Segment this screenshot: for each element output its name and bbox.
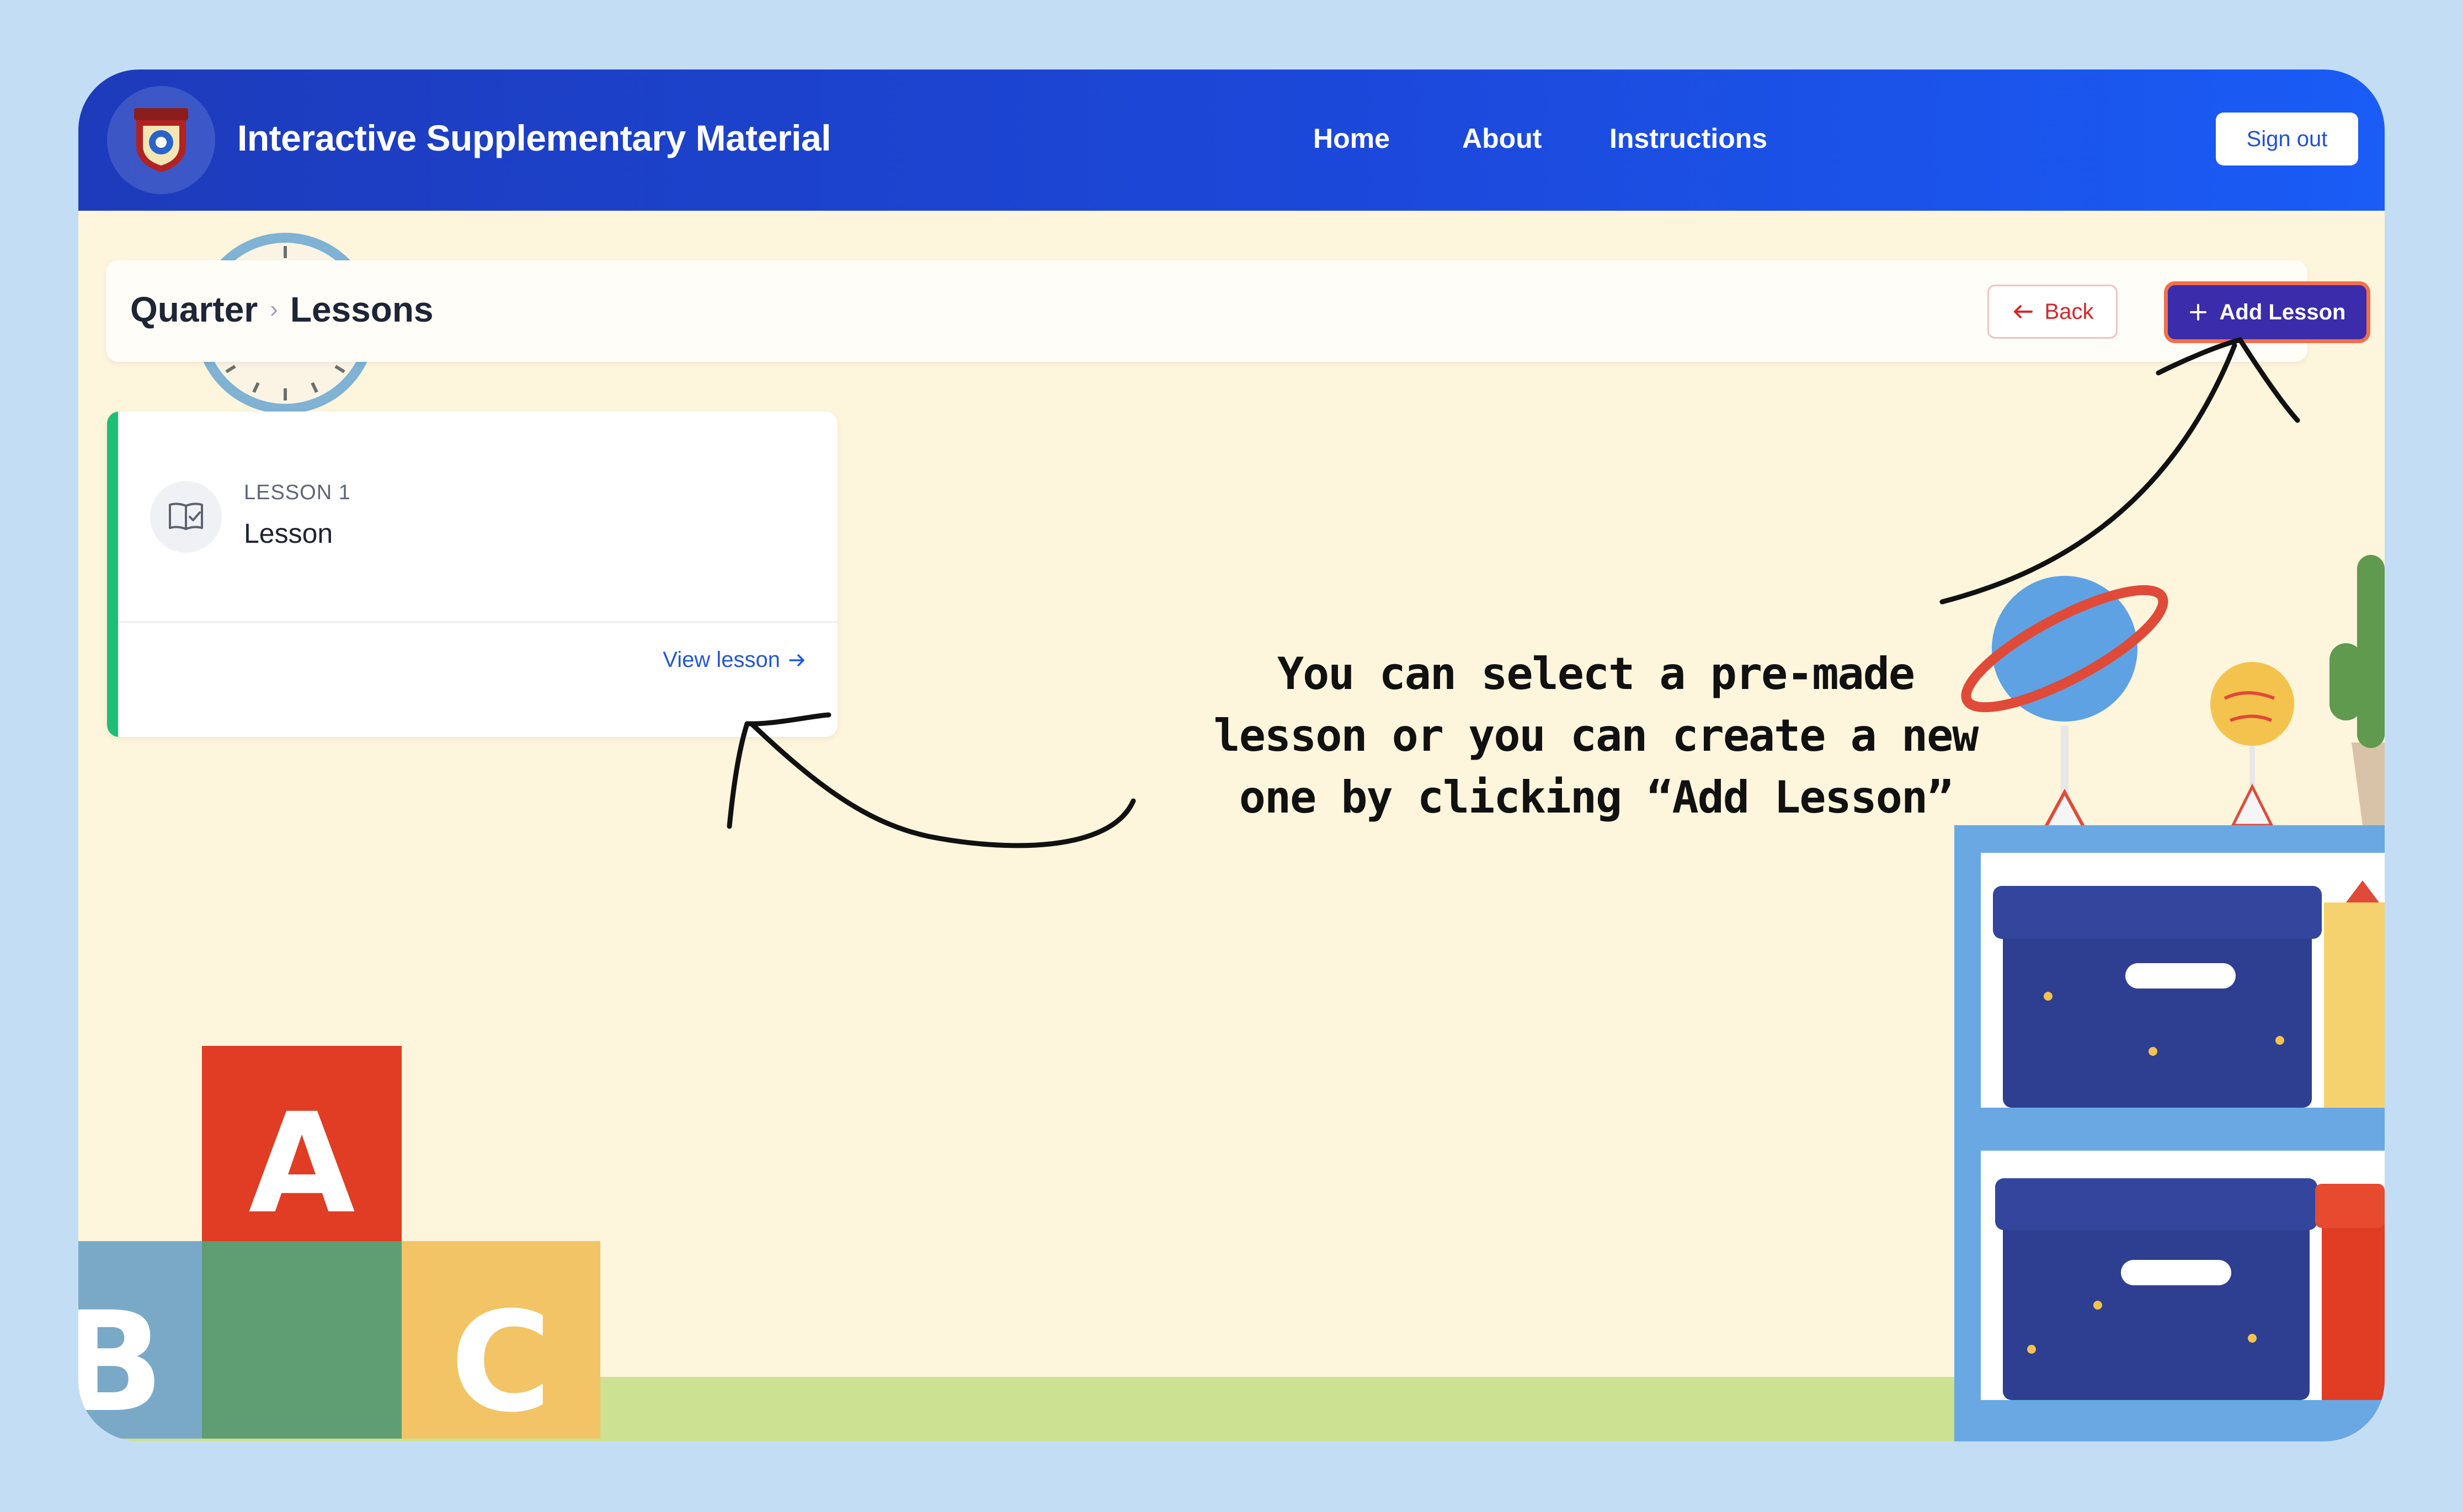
nav-about[interactable]: About (1462, 122, 1542, 154)
arrow-to-lesson-card (749, 721, 1136, 848)
block-letter-c: C (450, 1282, 551, 1441)
lesson-card[interactable]: LESSON 1 Lesson View lesson (107, 412, 838, 737)
lesson-number: LESSON 1 (244, 481, 351, 504)
breadcrumb: Quarter › Lessons (130, 289, 434, 330)
chevron-right-icon: › (270, 296, 278, 323)
add-lesson-label: Add Lesson (2219, 300, 2346, 324)
back-button[interactable]: Back (1987, 285, 2118, 339)
seal-logo-icon[interactable] (107, 86, 215, 194)
sign-out-button[interactable]: Sign out (2216, 113, 2358, 165)
abc-blocks-illustration: A B C (78, 1046, 600, 1441)
nav-instructions[interactable]: Instructions (1609, 122, 1767, 154)
divider (118, 621, 838, 623)
block-letter-b: B (78, 1282, 164, 1441)
lesson-card-accent (107, 412, 118, 737)
add-lesson-button[interactable]: Add Lesson (2164, 281, 2370, 343)
breadcrumb-quarter[interactable]: Quarter (130, 289, 258, 330)
nav-home[interactable]: Home (1313, 122, 1390, 154)
breadcrumb-lessons: Lessons (290, 290, 434, 329)
back-button-label: Back (2044, 299, 2094, 324)
view-lesson-label: View lesson (663, 648, 780, 672)
block-letter-a: A (248, 1083, 355, 1244)
app-frame: Interactive Supplementary Material Home … (78, 70, 2385, 1441)
arrow-left-icon (2013, 305, 2033, 318)
plus-icon (2189, 304, 2206, 320)
lesson-title: Lesson (244, 518, 333, 549)
book-check-icon (150, 481, 222, 553)
app-title: Interactive Supplementary Material (237, 117, 831, 158)
shelf-illustration (1954, 555, 2385, 1441)
top-navbar: Interactive Supplementary Material Home … (78, 70, 2385, 211)
arrow-right-icon (789, 654, 804, 666)
page-header: Quarter › Lessons Back Add Lesson (106, 260, 2370, 362)
view-lesson-link[interactable]: View lesson (663, 648, 807, 672)
